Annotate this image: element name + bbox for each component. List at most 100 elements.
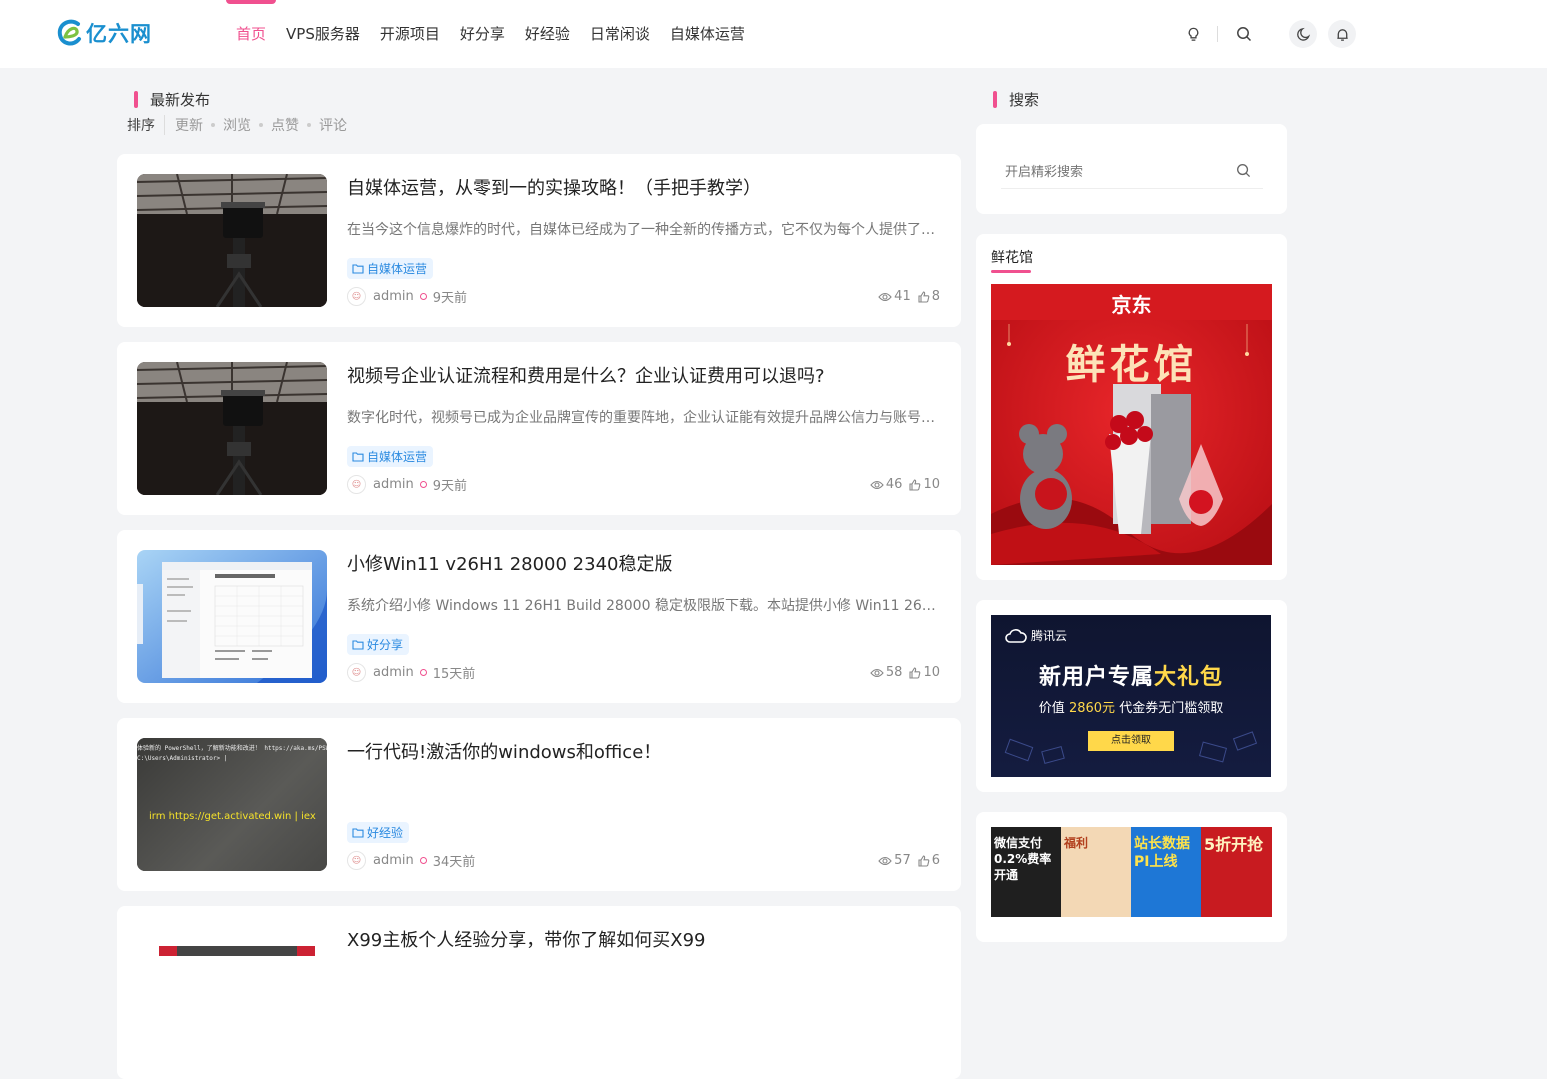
tencent-subline: 价值 2860元 代金券无门槛领取 — [1038, 701, 1224, 716]
folder-icon — [352, 828, 364, 838]
mini-banner[interactable]: 5折开抢 — [1201, 827, 1272, 917]
tencent-claim-button[interactable]: 点击领取 — [1088, 731, 1174, 751]
post-likes[interactable]: 10 — [909, 477, 940, 492]
post-card[interactable]: 视频号企业认证流程和费用是什么？企业认证费用可以退吗? 数字化时代，视频号已成为… — [117, 342, 961, 515]
sort-option-update[interactable]: 更新 — [175, 115, 203, 135]
search-section-title: 搜索 — [993, 89, 1039, 110]
eye-icon — [878, 292, 892, 301]
thumbs-up-icon — [909, 478, 921, 491]
post-views: 57 — [878, 853, 911, 868]
post-author[interactable]: admin — [373, 853, 414, 868]
post-thumbnail[interactable] — [137, 550, 327, 683]
site-logo[interactable]: 亿六网 — [56, 18, 152, 48]
nav-item-chat[interactable]: 日常闲谈 — [580, 0, 660, 68]
post-card[interactable]: 自媒体运营，从零到一的实操攻略！（手把手教学） 在当今这个信息爆炸的时代，自媒体… — [117, 154, 961, 327]
post-title[interactable]: 一行代码!激活你的windows和office！ — [347, 738, 947, 764]
post-category-label: 自媒体运营 — [367, 450, 428, 464]
nav-item-home[interactable]: 首页 — [226, 0, 277, 68]
site-header: 亿六网 首页 VPS服务器 开源项目 好分享 好经验 日常闲谈 自媒体运营 — [0, 0, 1547, 68]
sort-option-comments[interactable]: 评论 — [319, 115, 347, 135]
lightbulb-icon[interactable] — [1179, 20, 1207, 48]
mini-banner[interactable]: 站长数据PI上线 — [1131, 827, 1201, 917]
meta-dot — [419, 481, 427, 488]
thumbs-up-icon — [909, 666, 921, 679]
thumbs-up-icon — [918, 854, 930, 867]
jd-banner-title: 鲜花馆 — [1065, 342, 1198, 388]
post-category-tag[interactable]: 好分享 — [347, 634, 410, 655]
sort-separator — [211, 123, 215, 127]
post-likes[interactable]: 8 — [918, 289, 940, 304]
post-thumbnail[interactable]: 体验新的 PowerShell，了解新功能和改进！ https://aka.ms… — [137, 738, 327, 871]
nav-item-vps[interactable]: VPS服务器 — [276, 0, 370, 68]
ps-banner-text: 体验新的 PowerShell，了解新功能和改进！ https://aka.ms… — [137, 745, 327, 752]
search-input[interactable] — [1001, 159, 1221, 185]
post-card[interactable]: 体验新的 PowerShell，了解新功能和改进！ https://aka.ms… — [117, 718, 961, 891]
moon-icon[interactable] — [1289, 20, 1317, 48]
thumbs-up-icon — [918, 290, 930, 303]
post-thumbnail[interactable] — [137, 362, 327, 495]
post-category-label: 自媒体运营 — [367, 262, 428, 276]
tencent-headline: 新用户专属大礼包 — [1038, 665, 1224, 690]
post-author[interactable]: admin — [373, 665, 414, 680]
sort-bar: 排序 更新 浏览 点赞 评论 — [127, 115, 347, 135]
post-category-tag[interactable]: 自媒体运营 — [347, 258, 434, 279]
post-title[interactable]: X99主板个人经验分享，带你了解如何买X99 — [347, 926, 947, 952]
post-meta: ☺ admin 9天前 — [347, 475, 467, 494]
post-card[interactable]: X99主板个人经验分享，带你了解如何买X99 — [117, 906, 961, 1079]
sort-separator — [307, 123, 311, 127]
post-views: 58 — [870, 665, 902, 680]
jd-brand-text: 京东 — [1111, 293, 1152, 317]
author-avatar[interactable]: ☺ — [347, 851, 366, 870]
post-likes[interactable]: 6 — [918, 853, 940, 868]
post-title[interactable]: 视频号企业认证流程和费用是什么？企业认证费用可以退吗? — [347, 362, 947, 388]
post-title[interactable]: 自媒体运营，从零到一的实操攻略！（手把手教学） — [347, 174, 947, 200]
bell-icon[interactable] — [1328, 20, 1356, 48]
eye-icon — [870, 668, 884, 677]
post-category-tag[interactable]: 好经验 — [347, 822, 410, 843]
post-likes[interactable]: 10 — [909, 665, 940, 680]
mini-banner[interactable]: 微信支付0.2%费率开通 — [991, 827, 1061, 917]
post-category-label: 好分享 — [367, 638, 404, 652]
post-thumbnail[interactable] — [137, 926, 327, 1059]
flower-shop-widget: 鲜花馆 京东 鲜花馆 — [976, 234, 1287, 580]
post-views: 41 — [878, 289, 911, 304]
search-icon[interactable] — [1230, 20, 1258, 48]
flower-widget-title: 鲜花馆 — [991, 247, 1033, 273]
header-divider — [1217, 26, 1218, 42]
tencent-cloud-banner[interactable]: 腾讯云 新用户专属大礼包 价值 2860元 代金券无门槛领取 点击领取 — [991, 615, 1271, 777]
post-category-tag[interactable]: 自媒体运营 — [347, 446, 434, 467]
title-accent-bar — [134, 91, 138, 108]
post-meta: ☺ admin 9天前 — [347, 287, 467, 306]
search-submit-icon[interactable] — [1236, 163, 1251, 182]
author-avatar[interactable]: ☺ — [347, 663, 366, 682]
eye-icon — [878, 856, 892, 865]
mini-banner[interactable]: 福利 — [1061, 827, 1131, 917]
nav-item-experience[interactable]: 好经验 — [515, 0, 580, 68]
meta-dot — [419, 293, 427, 300]
logo-mark-icon — [56, 18, 84, 48]
sort-option-views[interactable]: 浏览 — [223, 115, 251, 135]
nav-item-media[interactable]: 自媒体运营 — [660, 0, 755, 68]
post-author[interactable]: admin — [373, 289, 414, 304]
ps-command-text: irm https://get.activated.win | iex — [149, 811, 316, 822]
ps-prompt-text: C:\Users\Administrator> | — [137, 755, 228, 762]
post-thumbnail[interactable] — [137, 174, 327, 307]
nav-item-opensource[interactable]: 开源项目 — [370, 0, 450, 68]
search-widget — [976, 124, 1287, 214]
author-avatar[interactable]: ☺ — [347, 475, 366, 494]
author-avatar[interactable]: ☺ — [347, 287, 366, 306]
latest-section-title: 最新发布 — [134, 89, 210, 110]
post-stats: 41 8 — [878, 289, 940, 304]
post-author[interactable]: admin — [373, 477, 414, 492]
logo-text: 亿六网 — [86, 22, 152, 46]
post-card[interactable]: 小修Win11 v26H1 28000 2340稳定版 系统介绍小修 Windo… — [117, 530, 961, 703]
nav-item-share[interactable]: 好分享 — [450, 0, 515, 68]
post-time: 9天前 — [432, 291, 468, 306]
sort-option-likes[interactable]: 点赞 — [271, 115, 299, 135]
post-title[interactable]: 小修Win11 v26H1 28000 2340稳定版 — [347, 550, 947, 576]
post-excerpt: 在当今这个信息爆炸的时代，自媒体已经成为了一种全新的传播方式，它不仅为每个人提供… — [347, 222, 939, 238]
search-title-text: 搜索 — [1009, 91, 1040, 109]
mini-banner-row: 微信支付0.2%费率开通 福利 站长数据PI上线 5折开抢 — [991, 827, 1272, 917]
post-stats: 58 10 — [870, 665, 940, 680]
jd-flower-banner[interactable]: 京东 鲜花馆 — [991, 284, 1272, 565]
